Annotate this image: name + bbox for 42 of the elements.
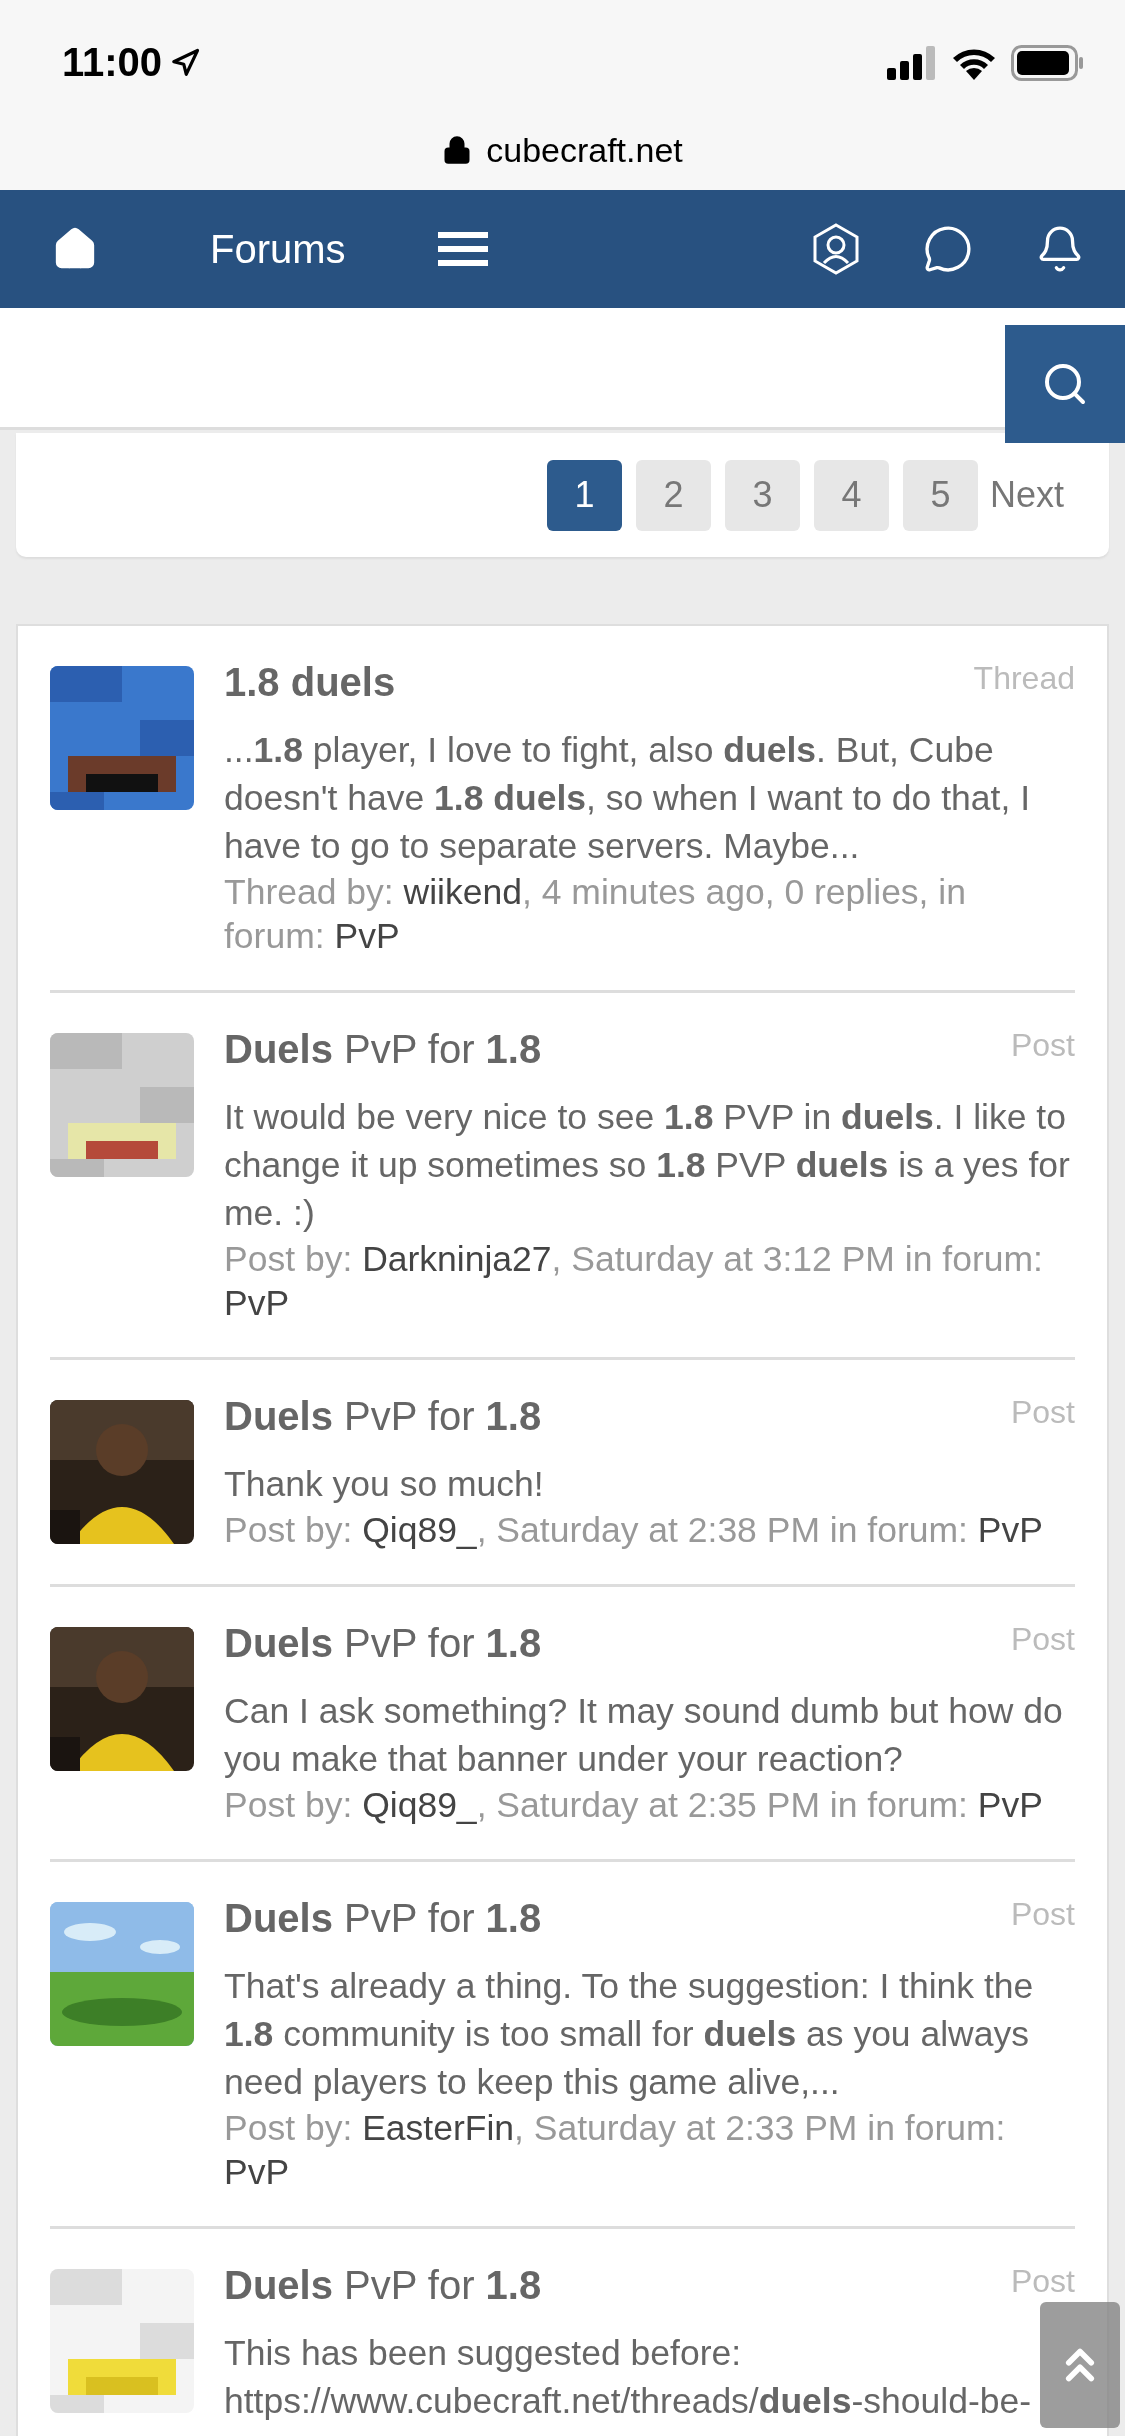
page-button[interactable]: 2 <box>635 459 711 531</box>
result-title[interactable]: Duels PvP for 1.8 <box>224 2257 542 2313</box>
result-meta: Post by: Qiq89_, Saturday at 2:35 PM in forum: PvP <box>224 1784 1044 1827</box>
author-link[interactable]: Darkninja27 <box>362 1239 552 1279</box>
forum-link[interactable]: PvP <box>977 1510 1043 1550</box>
result-title[interactable]: Duels PvP for 1.8 <box>224 1388 542 1444</box>
result-type: Post <box>1010 1895 1075 1934</box>
author-link[interactable]: Qiq89_ <box>362 1785 477 1825</box>
result-snippet: This has been suggested before: https://www.cubecraft.net/threads/duels-should-be- <box>224 2332 1033 2423</box>
address-bar-url[interactable]: cubecraft.net <box>486 130 683 170</box>
result-title[interactable]: 1.8 duels <box>224 654 396 710</box>
author-link[interactable]: EasterFin <box>362 2108 515 2148</box>
result-type: Post <box>1010 1026 1075 1065</box>
result-type: Post <box>1010 1620 1075 1659</box>
forum-link[interactable]: PvP <box>224 1283 290 1323</box>
page-button[interactable]: 3 <box>724 459 800 531</box>
result-snippet: That's already a thing. To the suggestion: I think the 1.8 community is too small for duels as you always need players to keep this game alive,... <box>224 1965 1035 2104</box>
page-button[interactable]: 1 <box>546 459 622 531</box>
result-type: Post <box>1010 1393 1075 1432</box>
result-meta: Post by: EasterFin, Saturday at 2:33 PM in forum: PvP <box>224 2107 1007 2194</box>
forum-link[interactable]: PvP <box>977 1785 1043 1825</box>
status-time: 11:00 <box>62 40 163 85</box>
result-snippet: ...1.8 player, I love to fight, also duels. But, Cube doesn't have 1.8 duels, so when I want to do that, I have to go to separate servers. Maybe... <box>224 729 1032 868</box>
result-type: Post <box>1010 2262 1075 2301</box>
forum-link[interactable]: PvP <box>334 916 400 956</box>
page-button[interactable]: 4 <box>813 459 889 531</box>
forum-link[interactable]: PvP <box>224 2152 290 2192</box>
result-title[interactable]: Duels PvP for 1.8 <box>224 1890 542 1946</box>
result-snippet: Thank you so much! <box>224 1463 544 1506</box>
next-link[interactable]: Next <box>989 474 1064 516</box>
forums-link[interactable]: Forums <box>210 226 346 272</box>
result-title[interactable]: Duels PvP for 1.8 <box>224 1021 542 1077</box>
result-meta: Thread by: wiikend, 4 minutes ago, 0 replies, in forum: PvP <box>224 871 967 958</box>
author-link[interactable]: Qiq89_ <box>362 1510 477 1550</box>
author-link[interactable]: wiikend <box>403 872 522 912</box>
result-type: Thread <box>973 659 1075 698</box>
page-button[interactable]: 5 <box>902 459 978 531</box>
result-title[interactable]: Duels PvP for 1.8 <box>224 1615 542 1671</box>
result-meta: Post by: Darkninja27, Saturday at 3:12 PM in forum: PvP <box>224 1238 1044 1325</box>
result-meta: Post by: Qiq89_, Saturday at 2:38 PM in forum: PvP <box>224 1509 1044 1552</box>
result-snippet: It would be very nice to see 1.8 PVP in duels. I like to change it up sometimes so 1.8 PVP duels is a yes for me. :) <box>224 1096 1071 1235</box>
result-snippet: Can I ask something? It may sound dumb but how do you make that banner under your reaction? <box>224 1690 1064 1781</box>
